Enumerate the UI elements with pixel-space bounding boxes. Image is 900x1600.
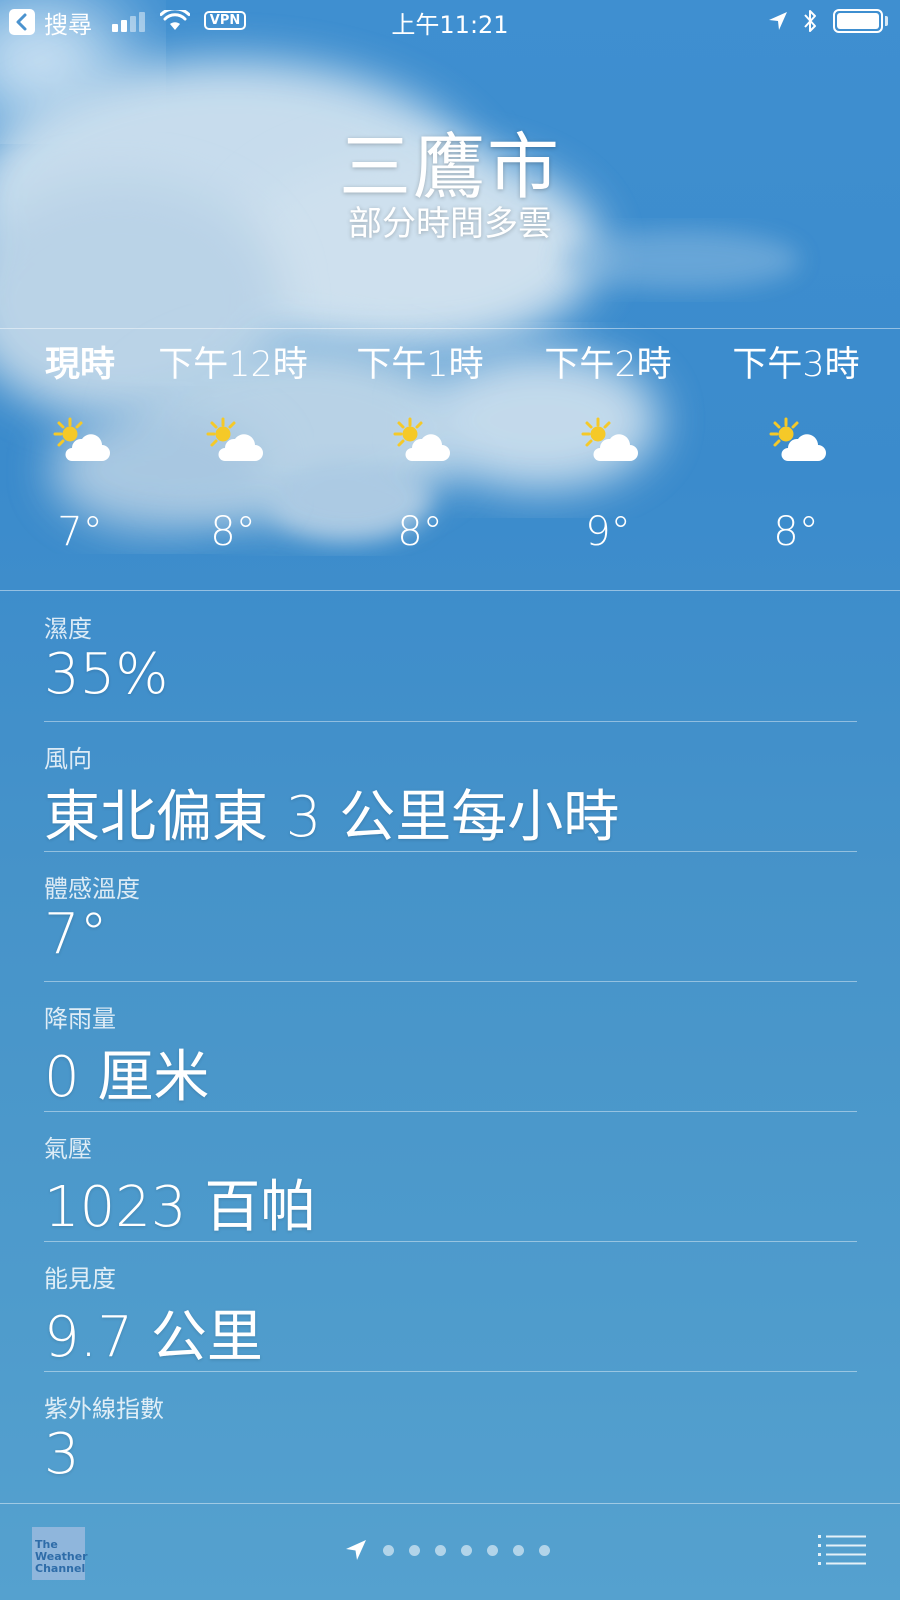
page-dot[interactable] <box>435 1545 446 1556</box>
hourly-item-12pm: 下午12時 8° <box>143 343 323 555</box>
partly-cloudy-icon <box>53 417 110 461</box>
status-bar: 搜尋 VPN 上午11:21 <box>0 0 900 44</box>
hourly-item-2pm: 下午2時 9° <box>518 343 698 555</box>
detail-visibility: 能見度 9.7 公里 <box>44 1242 857 1372</box>
detail-value: 東北偏東 3 公里每小時 <box>44 785 620 850</box>
list-icon[interactable] <box>818 1534 868 1566</box>
partly-cloudy-icon <box>581 417 638 461</box>
detail-wind: 風向 東北偏東 3 公里每小時 <box>44 722 857 852</box>
detail-label: 能見度 <box>44 1265 116 1293</box>
hour-temp: 8° <box>773 509 819 555</box>
detail-value: 9.7 公里 <box>44 1305 263 1370</box>
battery-cap <box>885 16 888 26</box>
detail-precipitation: 降雨量 0 厘米 <box>44 982 857 1112</box>
hour-label: 下午3時 <box>732 345 860 385</box>
detail-value: 35% <box>44 642 169 707</box>
detail-value: 7° <box>44 902 108 967</box>
hourly-item-3pm: 下午3時 8° <box>706 343 886 555</box>
page-dot[interactable] <box>487 1545 498 1556</box>
detail-label: 濕度 <box>44 615 92 643</box>
detail-pressure: 氣壓 1023 百帕 <box>44 1112 857 1242</box>
hour-temp: 8° <box>210 509 256 555</box>
page-dot[interactable] <box>409 1545 420 1556</box>
detail-label: 體感溫度 <box>44 875 140 903</box>
detail-value: 1023 百帕 <box>44 1175 317 1240</box>
detail-label: 風向 <box>44 745 92 773</box>
divider-bottom <box>0 1503 900 1504</box>
detail-uv-index: 紫外線指數 3 <box>44 1372 857 1502</box>
detail-value: 0 厘米 <box>44 1045 210 1110</box>
bluetooth-icon <box>804 10 816 32</box>
hourly-item-1pm: 下午1時 8° <box>330 343 510 555</box>
page-dot[interactable] <box>539 1545 550 1556</box>
page-indicator[interactable] <box>340 1534 570 1566</box>
page-dot[interactable] <box>383 1545 394 1556</box>
partly-cloudy-icon <box>769 417 826 461</box>
detail-value: 3 <box>44 1422 80 1487</box>
location-arrow-icon <box>346 1540 366 1560</box>
hour-label: 下午2時 <box>544 345 672 385</box>
detail-label: 紫外線指數 <box>44 1395 164 1423</box>
hour-label: 下午12時 <box>158 345 308 385</box>
hour-temp: 9° <box>585 509 631 555</box>
partly-cloudy-icon <box>206 417 263 461</box>
status-time: 上午11:21 <box>391 11 509 39</box>
detail-label: 降雨量 <box>44 1005 116 1033</box>
page-dot[interactable] <box>461 1545 472 1556</box>
page-dot[interactable] <box>513 1545 524 1556</box>
weather-channel-logo[interactable]: The Weather Channel <box>32 1527 88 1580</box>
partly-cloudy-icon <box>393 417 450 461</box>
detail-label: 氣壓 <box>44 1135 92 1163</box>
detail-feels-like: 體感溫度 7° <box>44 852 857 982</box>
logo-line: Channel <box>35 1562 86 1575</box>
detail-humidity: 濕度 35% <box>44 592 857 722</box>
hour-temp: 8° <box>397 509 443 555</box>
location-services-icon <box>769 12 787 30</box>
hour-label: 下午1時 <box>356 345 484 385</box>
divider-top <box>0 328 900 329</box>
battery-icon <box>833 9 883 33</box>
divider-hourly <box>0 590 900 591</box>
weather-condition: 部分時間多雲 <box>348 204 552 244</box>
